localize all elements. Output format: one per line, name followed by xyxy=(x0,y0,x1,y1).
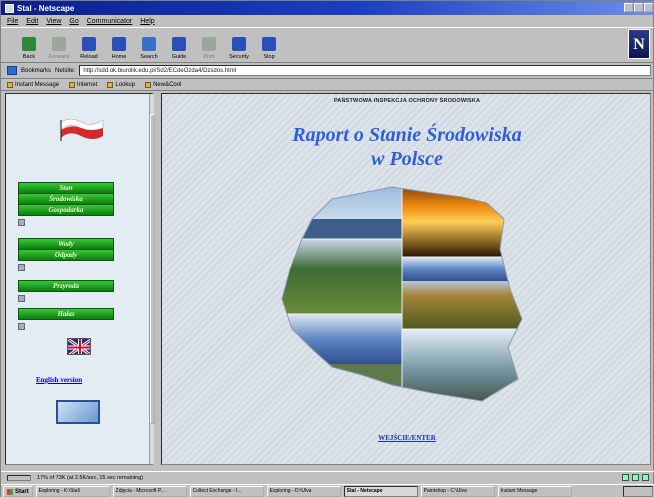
poland-photo-collage-map[interactable] xyxy=(272,179,532,407)
toolbar-stop-button[interactable]: Stop xyxy=(255,30,283,62)
toolbar-guide-button[interactable]: Guide xyxy=(165,30,193,62)
menu-view[interactable]: View xyxy=(46,18,61,25)
nav-przyroda-button[interactable]: Przyroda xyxy=(18,280,114,292)
taskbar-item[interactable]: Collect Exchange - I... xyxy=(189,486,264,497)
toolbar-button-label: Print xyxy=(203,54,215,60)
expand-square-icon[interactable] xyxy=(18,323,25,330)
polish-flag-icon xyxy=(60,118,104,141)
start-button[interactable]: Start xyxy=(3,486,33,497)
inspectorate-heading: PAŃSTWOWA INSPEKCJA OCHRONY ŚRODOWISKA xyxy=(333,98,481,104)
english-version-link[interactable]: English version xyxy=(36,376,82,384)
back-icon xyxy=(22,37,36,51)
english-thumbnail-image[interactable] xyxy=(56,400,100,424)
bookmark-icon xyxy=(7,81,13,88)
location-bar: Bookmarks Netsite: http://sdd.ok.biuroli… xyxy=(1,63,654,79)
expand-square-icon[interactable] xyxy=(18,264,25,271)
stop-icon xyxy=(262,37,276,51)
toolbar-button-label: Reload xyxy=(80,54,98,60)
windows-taskbar: Start Exploring - K:\Stal\ Zdjęcia - Micr… xyxy=(1,484,654,497)
taskbar-item[interactable]: Zdjęcia - Microsoft P... xyxy=(112,486,187,497)
taskbar-item[interactable]: Exploring - K:\Stal\ xyxy=(35,486,110,497)
navigation-toolbar: Back Forward Reload Home Search Guide Print Sec… xyxy=(1,27,654,63)
expand-square-icon[interactable] xyxy=(18,219,25,226)
personal-item-lookup[interactable]: Lookup xyxy=(107,81,135,88)
netscape-window-icon xyxy=(5,3,14,13)
netscape-logo-icon[interactable]: N xyxy=(628,29,650,59)
toolbar-reload-button[interactable]: Reload xyxy=(75,30,103,62)
toolbar-button-label: Home xyxy=(111,54,127,60)
scroll-thumb[interactable] xyxy=(150,114,155,424)
main-content-frame: PAŃSTWOWA INSPEKCJA OCHRONY ŚRODOWISKA R… xyxy=(161,93,651,465)
lock-icon[interactable] xyxy=(622,474,629,481)
title-bar: Stal - Netscape xyxy=(1,1,654,15)
toolbar-button-label: Forward xyxy=(48,54,70,60)
print-icon xyxy=(202,37,216,51)
personal-item-internet[interactable]: Internet xyxy=(69,81,97,88)
menu-file[interactable]: File xyxy=(7,18,18,25)
url-field[interactable]: http://sdd.ok.biurolik.edu.pl/Sd2/ECdeOz… xyxy=(79,65,651,76)
uk-flag-icon[interactable] xyxy=(67,338,91,355)
taskbar-item[interactable]: Stal - Netscape xyxy=(343,486,418,497)
mail-icon[interactable] xyxy=(632,474,639,481)
system-tray xyxy=(623,486,653,497)
taskbar-item[interactable]: Paintshop - C:\Ulva xyxy=(420,486,495,497)
personal-toolbar: Instant Message Internet Lookup New&Cool xyxy=(1,79,654,91)
status-text: 17% of 73K (at 2.5K/sec, 15 sec remainin… xyxy=(37,474,144,481)
report-title-line1: Raport o Stanie Środowiska xyxy=(292,124,522,146)
menu-bar: File Edit View Go Communicator Help xyxy=(1,15,654,27)
status-bar: 17% of 73K (at 2.5K/sec, 15 sec remainin… xyxy=(1,471,654,483)
collage-photos xyxy=(282,187,522,401)
toolbar-button-label: Back xyxy=(22,54,36,60)
search-icon xyxy=(142,37,156,51)
maximize-button[interactable] xyxy=(634,3,643,12)
reload-icon xyxy=(82,37,96,51)
toolbar-search-button[interactable]: Search xyxy=(135,30,163,62)
bookmarks-label[interactable]: Bookmarks xyxy=(21,68,51,74)
forward-icon xyxy=(52,37,66,51)
bookmark-icon xyxy=(145,81,152,88)
taskbar-item[interactable]: Instant Message xyxy=(497,486,572,497)
browser-window: Stal - Netscape File Edit View Go Commun… xyxy=(0,0,654,497)
personal-item-instant-message[interactable]: Instant Message xyxy=(7,81,59,88)
toolbar-button-label: Stop xyxy=(263,54,275,60)
toolbar-security-button[interactable]: Security xyxy=(225,30,253,62)
toolbar-button-label: Guide xyxy=(171,54,187,60)
nav-odpady-button[interactable]: Odpady xyxy=(18,249,114,261)
home-icon xyxy=(112,37,126,51)
windows-logo-icon xyxy=(7,488,13,495)
report-title-line2: w Polsce xyxy=(371,148,443,170)
bookmark-icon xyxy=(69,81,76,88)
netsite-label: Netsite: xyxy=(55,67,76,74)
window-title: Stal - Netscape xyxy=(17,3,75,13)
minimize-button[interactable] xyxy=(624,3,633,12)
window-controls xyxy=(624,3,653,12)
toolbar-button-label: Search xyxy=(140,54,158,60)
security-icon xyxy=(232,37,246,51)
taskbar-item[interactable]: Exploring - D:\Ulva xyxy=(266,486,341,497)
progress-indicator xyxy=(7,474,31,481)
status-component-icons xyxy=(622,474,649,481)
toolbar-back-button[interactable]: Back xyxy=(15,30,43,62)
left-navigation-frame: Stan Środowiska Gospodarka Wody Odpady P… xyxy=(5,93,155,465)
menu-go[interactable]: Go xyxy=(69,18,78,25)
union-jack-icon xyxy=(68,339,90,354)
menu-help[interactable]: Help xyxy=(140,18,154,25)
enter-link[interactable]: WEJŚCIE/ENTER xyxy=(162,434,652,442)
expand-square-icon[interactable] xyxy=(18,295,25,302)
close-button[interactable] xyxy=(644,3,653,12)
toolbar-button-label: Security xyxy=(229,54,249,60)
nav-halas-button[interactable]: Hałas xyxy=(18,308,114,320)
bookmark-icon xyxy=(107,81,114,88)
composer-icon[interactable] xyxy=(642,474,649,481)
left-frame-scrollbar[interactable] xyxy=(149,94,155,464)
toolbar-forward-button[interactable]: Forward xyxy=(45,30,73,62)
personal-item-new-cool[interactable]: New&Cool xyxy=(145,81,181,88)
menu-communicator[interactable]: Communicator xyxy=(87,18,133,25)
nav-gospodarka-button[interactable]: Gospodarka xyxy=(18,204,114,216)
toolbar-print-button[interactable]: Print xyxy=(195,30,223,62)
bookmarks-icon[interactable] xyxy=(7,66,17,75)
toolbar-home-button[interactable]: Home xyxy=(105,30,133,62)
menu-edit[interactable]: Edit xyxy=(26,18,38,25)
guide-icon xyxy=(172,37,186,51)
